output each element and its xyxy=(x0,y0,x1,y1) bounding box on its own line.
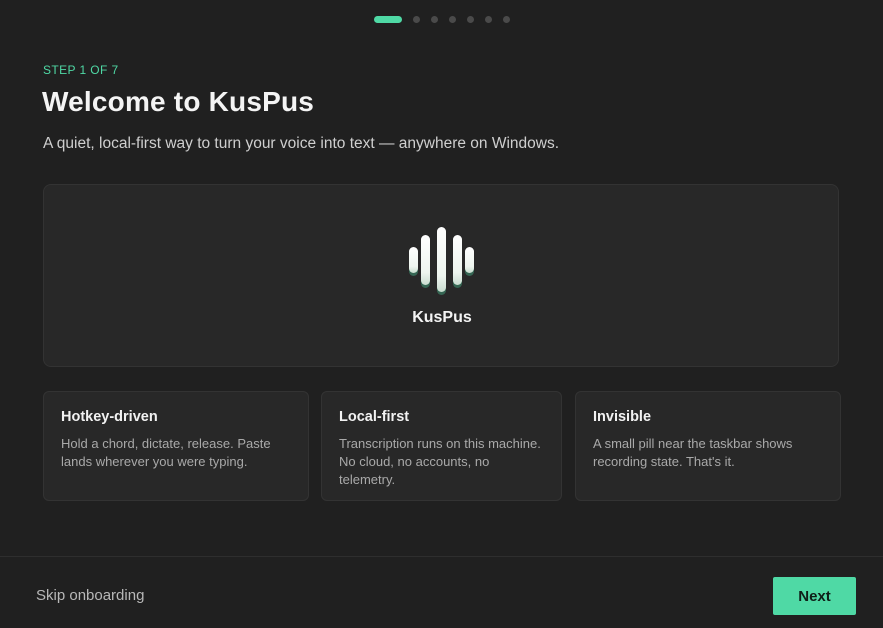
feature-card-title: Invisible xyxy=(593,409,652,425)
footer-divider xyxy=(0,556,883,557)
feature-card-title: Local-first xyxy=(339,409,410,425)
step-dot-7[interactable] xyxy=(503,16,510,23)
page-title: Welcome to KusPus xyxy=(42,86,315,117)
step-dot-1[interactable] xyxy=(374,16,402,23)
feature-card-body: Hold a chord, dictate, release. Paste la… xyxy=(61,436,271,469)
feature-card-local: Local-first Transcription runs on this m… xyxy=(321,391,562,501)
onboarding-window: STEP 1 OF 7 Welcome to KusPus A quiet, l… xyxy=(0,0,883,628)
feature-card-invisible: Invisible A small pill near the taskbar … xyxy=(575,391,841,501)
feature-card-body: Transcription runs on this machine. No c… xyxy=(339,436,541,487)
step-dot-4[interactable] xyxy=(449,16,456,23)
hero-panel: KusPus xyxy=(43,184,839,367)
feature-card-hotkey: Hotkey-driven Hold a chord, dictate, rel… xyxy=(43,391,309,501)
soundwave-icon xyxy=(409,227,474,295)
skip-onboarding-link[interactable]: Skip onboarding xyxy=(36,587,144,604)
page-subtitle: A quiet, local-first way to turn your vo… xyxy=(43,135,560,152)
step-dot-3[interactable] xyxy=(431,16,438,23)
next-button[interactable]: Next xyxy=(773,577,856,615)
brand-name: KusPus xyxy=(412,309,472,326)
step-label: STEP 1 OF 7 xyxy=(43,63,119,77)
feature-card-body: A small pill near the taskbar shows reco… xyxy=(593,436,793,469)
step-dot-2[interactable] xyxy=(413,16,420,23)
step-dot-6[interactable] xyxy=(485,16,492,23)
feature-card-title: Hotkey-driven xyxy=(61,409,158,425)
step-dot-5[interactable] xyxy=(467,16,474,23)
step-indicator xyxy=(374,16,510,23)
